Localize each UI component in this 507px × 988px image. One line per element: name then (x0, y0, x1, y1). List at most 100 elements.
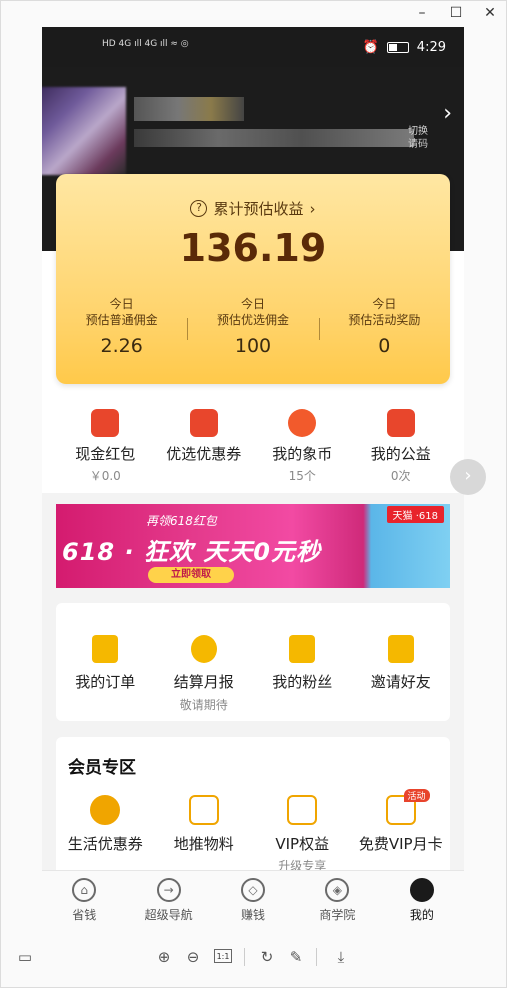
home-icon: ⌂ (72, 878, 97, 902)
close-button[interactable]: ✕ (473, 0, 507, 26)
banner-claim-button[interactable]: 立即领取 (148, 567, 234, 583)
diamond-icon: ◇ (241, 878, 266, 902)
promo-banner-618[interactable]: 再领618红包 618 · 狂欢 天天0元秒 立即领取 天猫 ·618 (56, 504, 450, 588)
tool-item-invite[interactable]: 邀请好友 (352, 635, 451, 721)
quick-item-label: 优选优惠券 (166, 445, 242, 463)
coupon-icon (189, 409, 218, 437)
code-label: 请码 (408, 139, 428, 150)
quick-item-label: 我的公益 (370, 445, 431, 463)
member-item-vip-rights[interactable]: VIP权益 升级专享 (253, 795, 352, 874)
quick-item-charity[interactable]: 我的公益 0次 (352, 409, 451, 484)
tab-label: 我的 (409, 908, 434, 922)
phone-screen: HD 4G ıll 4G ıll ≈ ◎ ⏰ 4:29 切换 请码 › ? 累计… (42, 27, 464, 927)
tab-label: 商学院 (319, 908, 356, 922)
tool-sub: 敬请期待 (179, 698, 228, 712)
member-item-promo-materials[interactable]: 地推物料 (155, 795, 254, 874)
actual-size-button[interactable]: 1:1 (214, 949, 232, 963)
member-item-label: 地推物料 (173, 835, 234, 853)
minimize-button[interactable]: – (405, 0, 439, 26)
edit-icon[interactable]: ✎ (285, 946, 307, 968)
earn-col-label: 预估普通佣金 (85, 313, 158, 327)
vip-rights-icon (287, 795, 318, 825)
earn-col-day: 今日 (372, 297, 397, 311)
status-time: 4:29 (416, 40, 446, 55)
order-icon (92, 635, 119, 663)
maximize-button[interactable]: ☐ (439, 0, 473, 26)
profile-icon (409, 878, 434, 902)
zoom-out-icon[interactable]: ⊖ (182, 946, 204, 968)
quick-item-label: 现金红包 (75, 445, 136, 463)
quick-item-sub: 15个 (288, 469, 316, 483)
life-coupon-icon (90, 795, 121, 825)
tool-item-orders[interactable]: 我的订单 (56, 635, 155, 721)
earn-col-label: 预估活动奖励 (348, 313, 421, 327)
activity-badge: 活动 (403, 789, 430, 802)
charity-heart-icon (386, 409, 415, 437)
tab-super-navigation[interactable]: → 超级导航 (126, 871, 210, 927)
toolbar-divider (316, 948, 317, 966)
user-id-redacted (134, 129, 414, 147)
tab-label: 赚钱 (241, 908, 266, 922)
switch-invite-code-link[interactable]: 切换 请码 (408, 125, 428, 151)
earnings-title-link[interactable]: ? 累计预估收益 › (56, 198, 450, 219)
quick-item-sub: 0次 (390, 469, 411, 483)
download-icon[interactable]: ⤓ (330, 946, 352, 968)
tab-save-money[interactable]: ⌂ 省钱 (42, 871, 126, 927)
panel-toggle-icon[interactable]: ▭ (14, 946, 36, 968)
alarm-icon: ⏰ (362, 40, 379, 55)
chevron-right-icon[interactable]: › (443, 101, 452, 126)
earnings-card[interactable]: ? 累计预估收益 › 136.19 今日 预估普通佣金 2.26 今日 预估优选… (56, 174, 450, 384)
tool-label: 结算月报 (173, 673, 234, 691)
banner-top-text: 再领618红包 (146, 514, 217, 528)
viewer-toolbar: ▭ ⊕ ⊖ 1:1 ↻ ✎ ⤓ (0, 938, 507, 978)
banner-tmall-tag: 天猫 ·618 (386, 506, 444, 523)
quick-item-cash-red-packet[interactable]: 现金红包 ￥0.0 (56, 409, 155, 484)
tool-item-fans[interactable]: 我的粉丝 (253, 635, 352, 721)
user-name-redacted (134, 97, 244, 121)
earn-col-premium: 今日 预估优选佣金 100 (187, 296, 318, 357)
tab-business-school[interactable]: ◈ 商学院 (295, 871, 379, 927)
member-item-life-coupon[interactable]: 生活优惠券 (56, 795, 155, 874)
member-item-free-vip-card[interactable]: 活动 免费VIP月卡 (352, 789, 451, 874)
tools-card: 我的订单 结算月报 敬请期待 我的粉丝 邀请好友 (56, 603, 450, 721)
quick-item-elephant-coin[interactable]: 我的象币 15个 (253, 409, 352, 484)
member-item-label: VIP权益 (275, 835, 330, 853)
bottom-tab-bar: ⌂ 省钱 → 超级导航 ◇ 赚钱 ◈ 商学院 我的 (42, 870, 464, 927)
earn-col-value: 100 (234, 335, 272, 357)
elephant-coin-icon (288, 409, 317, 437)
question-icon: ? (190, 200, 208, 217)
tool-item-monthly-report[interactable]: 结算月报 敬请期待 (155, 635, 254, 721)
tab-label: 省钱 (72, 908, 97, 922)
red-packet-icon (91, 409, 120, 437)
earn-col-value: 0 (378, 335, 391, 357)
member-item-label: 免费VIP月卡 (358, 835, 443, 853)
earn-col-day: 今日 (240, 297, 265, 311)
tab-mine[interactable]: 我的 (380, 871, 464, 927)
member-item-label: 生活优惠券 (67, 835, 143, 853)
compass-icon: ◈ (325, 878, 350, 902)
avatar[interactable] (42, 87, 126, 175)
quick-item-label: 我的象币 (272, 445, 333, 463)
chevron-right-icon: › (309, 199, 316, 218)
earnings-total: 136.19 (179, 226, 327, 270)
member-zone-title: 会员专区 (68, 758, 136, 778)
layers-icon (188, 795, 219, 825)
rotate-icon[interactable]: ↻ (256, 946, 278, 968)
navigate-icon: → (156, 878, 181, 902)
toolbar-divider (244, 948, 245, 966)
switch-label: 切换 (408, 126, 428, 137)
zoom-in-icon[interactable]: ⊕ (153, 946, 175, 968)
banner-main-text: 618 · 狂欢 天天0元秒 (62, 538, 321, 566)
fans-icon (289, 635, 316, 663)
earn-col-normal: 今日 预估普通佣金 2.26 (56, 296, 187, 357)
quick-item-coupon[interactable]: 优选优惠券 (155, 409, 254, 484)
earn-col-activity: 今日 预估活动奖励 0 (318, 296, 450, 357)
tool-label: 我的订单 (75, 673, 136, 691)
invite-icon (387, 635, 414, 663)
battery-icon (386, 42, 409, 53)
tab-earn-money[interactable]: ◇ 赚钱 (211, 871, 295, 927)
earn-col-value: 2.26 (100, 335, 143, 357)
tool-label: 邀请好友 (370, 673, 431, 691)
next-image-button[interactable]: › (450, 459, 486, 495)
quick-item-sub: ￥0.0 (89, 469, 121, 483)
